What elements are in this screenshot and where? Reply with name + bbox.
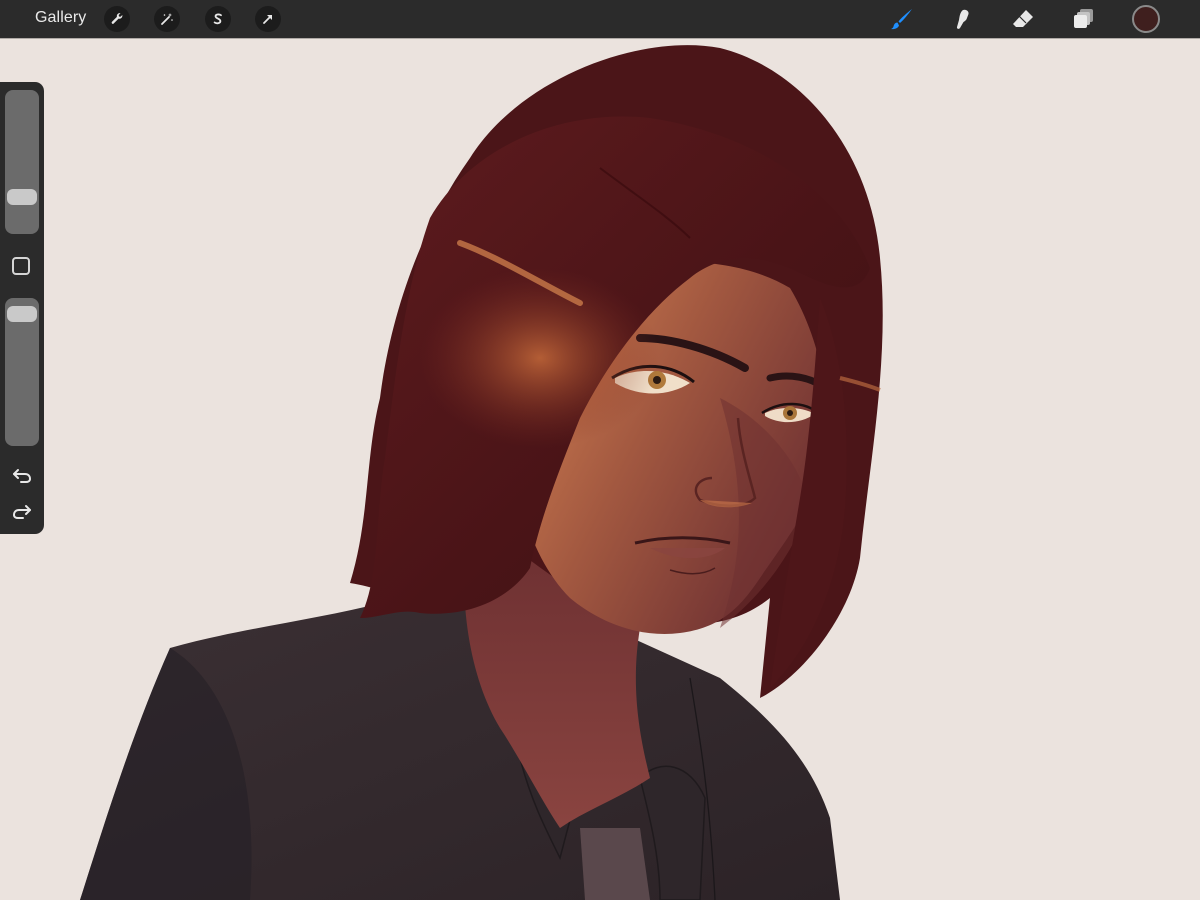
transform-arrow-button[interactable]	[255, 6, 281, 32]
undo-icon	[13, 469, 32, 483]
top-toolbar: Gallery	[0, 0, 1200, 38]
brush-tool-button[interactable]	[888, 5, 916, 33]
selection-icon	[213, 13, 222, 25]
wrench-icon	[111, 13, 123, 24]
actions-wrench-icon[interactable]	[104, 6, 130, 32]
hair-highlight	[420, 268, 660, 448]
opacity-slider[interactable]	[5, 298, 39, 446]
portrait-illustration	[0, 38, 1200, 900]
modify-square-icon[interactable]	[12, 257, 30, 275]
procreate-app: Gallery	[0, 0, 1200, 900]
brush-icon	[891, 9, 912, 30]
opacity-thumb[interactable]	[7, 306, 37, 323]
gallery-button[interactable]: Gallery	[35, 9, 86, 27]
layers-icon	[1074, 9, 1093, 28]
sidebar	[0, 82, 44, 534]
undershirt	[580, 828, 650, 900]
layers-button[interactable]	[1070, 5, 1098, 33]
adjustments-magic-wand-icon[interactable]	[154, 6, 180, 32]
eraser-icon	[1013, 10, 1033, 27]
drawing-canvas[interactable]	[0, 38, 1200, 900]
brush-size-slider[interactable]	[5, 90, 39, 234]
smudge-tool-button[interactable]	[948, 5, 976, 33]
transform-arrow-icon	[263, 15, 272, 24]
pupil-right	[787, 410, 793, 416]
smudge-icon	[956, 9, 969, 29]
color-picker-swatch[interactable]	[1132, 5, 1160, 33]
redo-icon	[12, 505, 31, 519]
eraser-tool-button[interactable]	[1009, 5, 1037, 33]
undo-button[interactable]	[10, 463, 34, 487]
redo-button[interactable]	[10, 499, 34, 523]
magic-wand-icon	[161, 13, 173, 25]
brush-size-thumb[interactable]	[7, 188, 37, 205]
selection-s-icon[interactable]	[205, 6, 231, 32]
